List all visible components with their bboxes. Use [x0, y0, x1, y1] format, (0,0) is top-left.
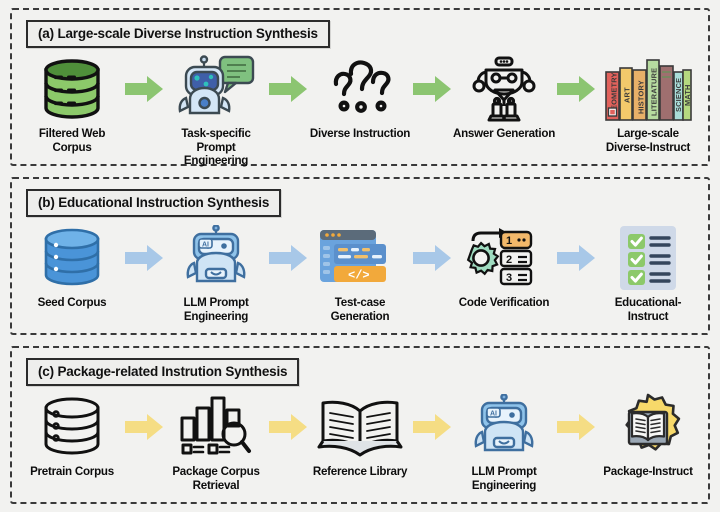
- node-label: Filtered Web Corpus: [38, 127, 106, 154]
- outline-database-icon: [22, 392, 122, 462]
- node-answer-generation: Answer Generation: [452, 54, 556, 141]
- ai-robot-icon: AI: [454, 392, 554, 462]
- node-seed-corpus: Seed Corpus: [20, 223, 124, 310]
- book-spine-history: HISTORY: [637, 80, 646, 114]
- figure-canvas: (a) Large-scale Diverse Instruction Synt…: [0, 0, 720, 512]
- node-reference-library: Reference Library: [308, 392, 412, 479]
- arrow-green-1: [124, 54, 164, 124]
- checklist-document-icon: [598, 223, 698, 293]
- arrow-yellow-4: [556, 392, 596, 462]
- node-educational-instruct: Educational-Instruct: [596, 223, 700, 323]
- arrow-blue-2: [268, 223, 308, 293]
- arrow-yellow-2: [268, 392, 308, 462]
- open-book-icon: [310, 392, 410, 462]
- outline-robot-icon: [454, 54, 554, 124]
- node-code-verification: 1 2 3 Code Verification: [452, 223, 556, 310]
- arrow-blue-4: [556, 223, 596, 293]
- panel-c: (c) Package-related Instrution Synthesis: [10, 346, 710, 504]
- book-spine-literature: LITERATURE: [650, 68, 659, 116]
- node-label: Task-specific Prompt Engineering: [181, 127, 251, 168]
- panel-b: (b) Educational Instruction Synthesis Se: [10, 177, 710, 335]
- arrow-blue-1: [124, 223, 164, 293]
- book-spine-math: MATH: [683, 84, 692, 106]
- node-label: Code Verification: [458, 296, 550, 309]
- node-large-scale-diverse-instruct: GEOMETRY ART HISTORY LITERATURE SCIENCE …: [596, 54, 700, 154]
- arrow-green-3: [412, 54, 452, 124]
- node-label: Reference Library: [312, 465, 408, 478]
- node-filtered-web-corpus: Filtered Web Corpus: [20, 54, 124, 154]
- node-llm-prompt-engineering-b: AI LLM Prompt Engineering: [164, 223, 268, 323]
- arrow-yellow-3: [412, 392, 452, 462]
- panel-b-flow: Seed Corpus AI LLM Prompt Engineering </…: [20, 223, 700, 329]
- node-label: Seed Corpus: [37, 296, 107, 309]
- robot-chat-bubble-icon: [166, 54, 266, 124]
- panel-a-flow: Filtered Web Corpus Task-specific Prompt…: [20, 54, 700, 167]
- bar-chart-search-icon: [166, 392, 266, 462]
- arrow-yellow-1: [124, 392, 164, 462]
- node-label: Educational-Instruct: [614, 296, 682, 323]
- gear-book-badge-icon: [598, 392, 698, 462]
- node-llm-prompt-engineering-c: AI LLM Prompt Engineering: [452, 392, 556, 492]
- panel-c-flow: Pretrain Corpus Package Corpus Retrieval…: [20, 392, 700, 498]
- book-spine-science: SCIENCE: [674, 78, 683, 112]
- question-marks-icon: [310, 54, 410, 124]
- step-number-2: 2: [506, 254, 512, 266]
- bookshelf-icon: GEOMETRY ART HISTORY LITERATURE SCIENCE …: [598, 54, 698, 124]
- ai-robot-icon: AI: [166, 223, 266, 293]
- gear-checklist-icon: 1 2 3: [454, 223, 554, 293]
- panel-a: (a) Large-scale Diverse Instruction Synt…: [10, 8, 710, 167]
- panel-a-title: (a) Large-scale Diverse Instruction Synt…: [26, 20, 330, 48]
- green-database-icon: [22, 54, 122, 124]
- code-glyph-label: </>: [348, 269, 370, 283]
- step-number-3: 3: [506, 272, 512, 284]
- step-number-1: 1: [506, 235, 512, 247]
- node-label: LLM Prompt Engineering: [471, 465, 537, 492]
- panel-c-title: (c) Package-related Instrution Synthesis: [26, 358, 300, 386]
- node-label: Package Corpus Retrieval: [172, 465, 260, 492]
- node-package-corpus-retrieval: Package Corpus Retrieval: [164, 392, 268, 492]
- ai-badge-label: AI: [490, 410, 497, 417]
- node-label: Test-case Generation: [330, 296, 390, 323]
- node-label: LLM Prompt Engineering: [183, 296, 249, 323]
- node-package-instruct: Package-Instruct: [596, 392, 700, 479]
- book-spine-art: ART: [623, 87, 632, 103]
- node-label: Package-Instruct: [603, 465, 693, 478]
- node-label: Answer Generation: [452, 127, 556, 140]
- arrow-blue-3: [412, 223, 452, 293]
- node-test-case-generation: </> Test-case Generation: [308, 223, 412, 323]
- node-pretrain-corpus: Pretrain Corpus: [20, 392, 124, 479]
- arrow-green-4: [556, 54, 596, 124]
- node-label: Diverse Instruction: [309, 127, 411, 140]
- code-window-icon: </>: [310, 223, 410, 293]
- node-diverse-instruction: Diverse Instruction: [308, 54, 412, 141]
- node-task-specific-prompt-engineering: Task-specific Prompt Engineering: [164, 54, 268, 168]
- node-label: Pretrain Corpus: [30, 465, 114, 478]
- ai-badge-label: AI: [202, 241, 209, 248]
- panel-b-title: (b) Educational Instruction Synthesis: [26, 189, 282, 217]
- arrow-green-2: [268, 54, 308, 124]
- node-label: Large-scale Diverse-Instruct: [605, 127, 691, 154]
- blue-database-icon: [22, 223, 122, 293]
